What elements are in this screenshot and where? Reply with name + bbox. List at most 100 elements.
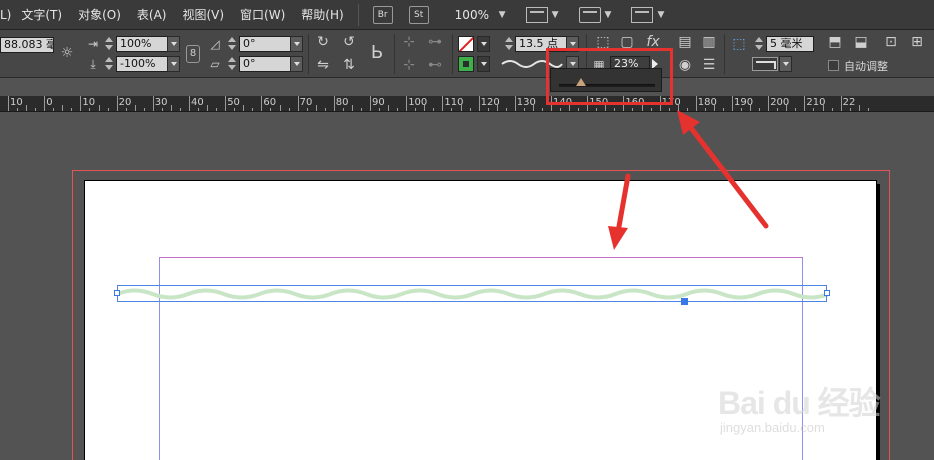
auto-fit-checkbox[interactable] <box>828 60 839 71</box>
screen-mode-dropdown-icon[interactable]: ▼ <box>605 10 612 20</box>
menu-bar: L) 文字(T) 对象(O) 表(A) 视图(V) 窗口(W) 帮助(H) Br… <box>0 0 934 30</box>
zoom-level[interactable]: 100% <box>455 8 495 22</box>
align-top-icon[interactable]: ⬒ <box>826 33 844 51</box>
select-container-icon[interactable]: ⊹ <box>400 33 418 51</box>
selection-frame[interactable] <box>117 285 827 302</box>
scale-x-stepper[interactable] <box>104 36 114 52</box>
menu-item-table[interactable]: 表(A) <box>129 0 175 30</box>
shear-dropdown[interactable] <box>290 56 303 72</box>
fill-dropdown[interactable] <box>477 36 490 52</box>
menu-item-object[interactable]: 对象(O) <box>70 0 129 30</box>
left-handle[interactable] <box>114 290 120 296</box>
scale-y-icon: ⤓ <box>90 57 96 71</box>
shear-stepper[interactable] <box>227 56 237 72</box>
shear-field[interactable]: 0° <box>239 56 291 72</box>
stroke-weight-stepper[interactable] <box>504 36 514 52</box>
constrain-proportions-icon[interactable]: 8 <box>186 45 200 63</box>
spacing-stepper[interactable] <box>754 36 764 52</box>
ruler-minor-tick <box>98 105 100 111</box>
ruler-label: 90 <box>372 97 385 108</box>
scale-y-field[interactable]: -100% <box>116 56 168 72</box>
text-wrap-jump-icon[interactable]: ☰ <box>700 56 718 74</box>
ruler-minor-tick <box>822 105 824 111</box>
screen-mode-icon[interactable] <box>578 6 601 23</box>
corner-shape-icon[interactable] <box>752 57 778 71</box>
watermark-url: jingyan.baidu.com <box>720 420 825 435</box>
ruler-minor-tick <box>134 105 136 111</box>
bridge-button[interactable]: Br <box>372 5 393 24</box>
ruler-minor-tick <box>306 108 308 111</box>
rotate-dropdown[interactable] <box>290 36 303 52</box>
flip-vertical-icon[interactable]: ⇅ <box>340 56 358 74</box>
menu-item-type[interactable]: 文字(T) <box>13 0 70 30</box>
ruler-major-tick <box>44 96 46 111</box>
ruler-minor-tick <box>107 108 109 111</box>
rotate-stepper[interactable] <box>227 36 237 52</box>
ruler-minor-tick <box>750 105 752 111</box>
align-right-icon[interactable]: ⊞ <box>908 33 926 51</box>
spacing-field[interactable]: 5 毫米 <box>766 36 814 52</box>
x-position-field[interactable]: 88.083 毫米 <box>0 37 54 53</box>
ruler-minor-tick <box>858 105 860 111</box>
ruler-minor-tick <box>469 108 471 111</box>
menu-divider <box>357 3 359 26</box>
bottom-center-handle[interactable] <box>681 298 688 305</box>
spacing-icon: ⬚ <box>732 36 746 52</box>
corner-shape-line-icon <box>756 61 776 69</box>
fill-none-swatch[interactable] <box>458 36 474 52</box>
rotate-field[interactable]: 0° <box>239 36 291 52</box>
rotate-angle-icon: ◿ <box>210 37 220 51</box>
scale-y-stepper[interactable] <box>104 56 114 72</box>
corner-shape-dropdown[interactable] <box>779 56 792 72</box>
view-options-dropdown-icon[interactable]: ▼ <box>552 10 559 20</box>
ruler-major-tick <box>152 96 154 111</box>
align-left-icon[interactable]: ⬓ <box>852 33 870 51</box>
text-wrap-icon[interactable]: ▤ <box>676 33 694 51</box>
ruler-label: 0 <box>46 97 53 108</box>
ruler-minor-tick <box>252 108 254 111</box>
auto-fit-label: 自动调整 <box>844 60 888 73</box>
ruler-label: 30 <box>154 97 168 108</box>
ruler-minor-tick <box>26 105 28 111</box>
ruler-minor-tick <box>351 105 353 111</box>
rotate-clockwise-icon[interactable]: ↻ <box>314 33 332 51</box>
ruler-label: 10 <box>82 97 96 108</box>
ruler-major-tick <box>840 96 842 111</box>
select-previous-icon[interactable]: ⊶ <box>426 33 444 51</box>
arrange-documents-dropdown-icon[interactable]: ▼ <box>657 10 664 20</box>
scale-x-field[interactable]: 100% <box>116 36 168 52</box>
scale-x-dropdown[interactable] <box>167 36 180 52</box>
horizontal-ruler[interactable]: 10 0 10 20 30 40 50 60 70 80 90 100 110 120 130 140 150 1… <box>0 96 934 112</box>
ruler-minor-tick <box>722 108 724 111</box>
stock-button[interactable]: St <box>408 5 429 24</box>
ruler-minor-tick <box>686 108 688 111</box>
scale-y-dropdown[interactable] <box>167 56 180 72</box>
ruler-minor-tick <box>496 105 498 111</box>
ruler-minor-tick <box>62 105 64 111</box>
ruler-label: 22 <box>842 97 856 108</box>
flip-horizontal-icon[interactable]: ⇋ <box>314 56 332 74</box>
zoom-dropdown-icon[interactable]: ▼ <box>499 10 506 20</box>
stroke-dropdown[interactable] <box>477 56 490 72</box>
reference-point-icon[interactable]: ☼ <box>58 44 76 62</box>
select-content-icon[interactable]: ⊹ <box>400 56 418 74</box>
view-options-icon[interactable] <box>525 6 548 23</box>
rotate-counterclockwise-icon[interactable]: ↺ <box>340 33 358 51</box>
select-next-icon[interactable]: ⊷ <box>426 56 444 74</box>
stroke-swatch[interactable] <box>458 56 474 72</box>
ruler-major-tick <box>261 96 263 111</box>
text-wrap-shape-icon[interactable]: ◉ <box>676 56 694 74</box>
menu-item-window[interactable]: 窗口(W) <box>232 0 293 30</box>
menu-item-view[interactable]: 视图(V) <box>174 0 232 30</box>
ruler-minor-tick <box>315 105 317 111</box>
text-wrap-bounding-icon[interactable]: ▥ <box>700 33 718 51</box>
ruler-minor-tick <box>451 108 453 111</box>
right-handle[interactable] <box>824 290 830 296</box>
ruler-minor-tick <box>849 108 851 111</box>
align-center-icon[interactable]: ⊡ <box>882 33 900 51</box>
menu-item-partial[interactable]: L) <box>0 0 13 30</box>
arrange-documents-icon[interactable] <box>631 6 654 23</box>
menu-item-help[interactable]: 帮助(H) <box>293 0 351 30</box>
ruler-minor-tick <box>279 105 281 111</box>
ruler-major-tick <box>8 96 9 111</box>
